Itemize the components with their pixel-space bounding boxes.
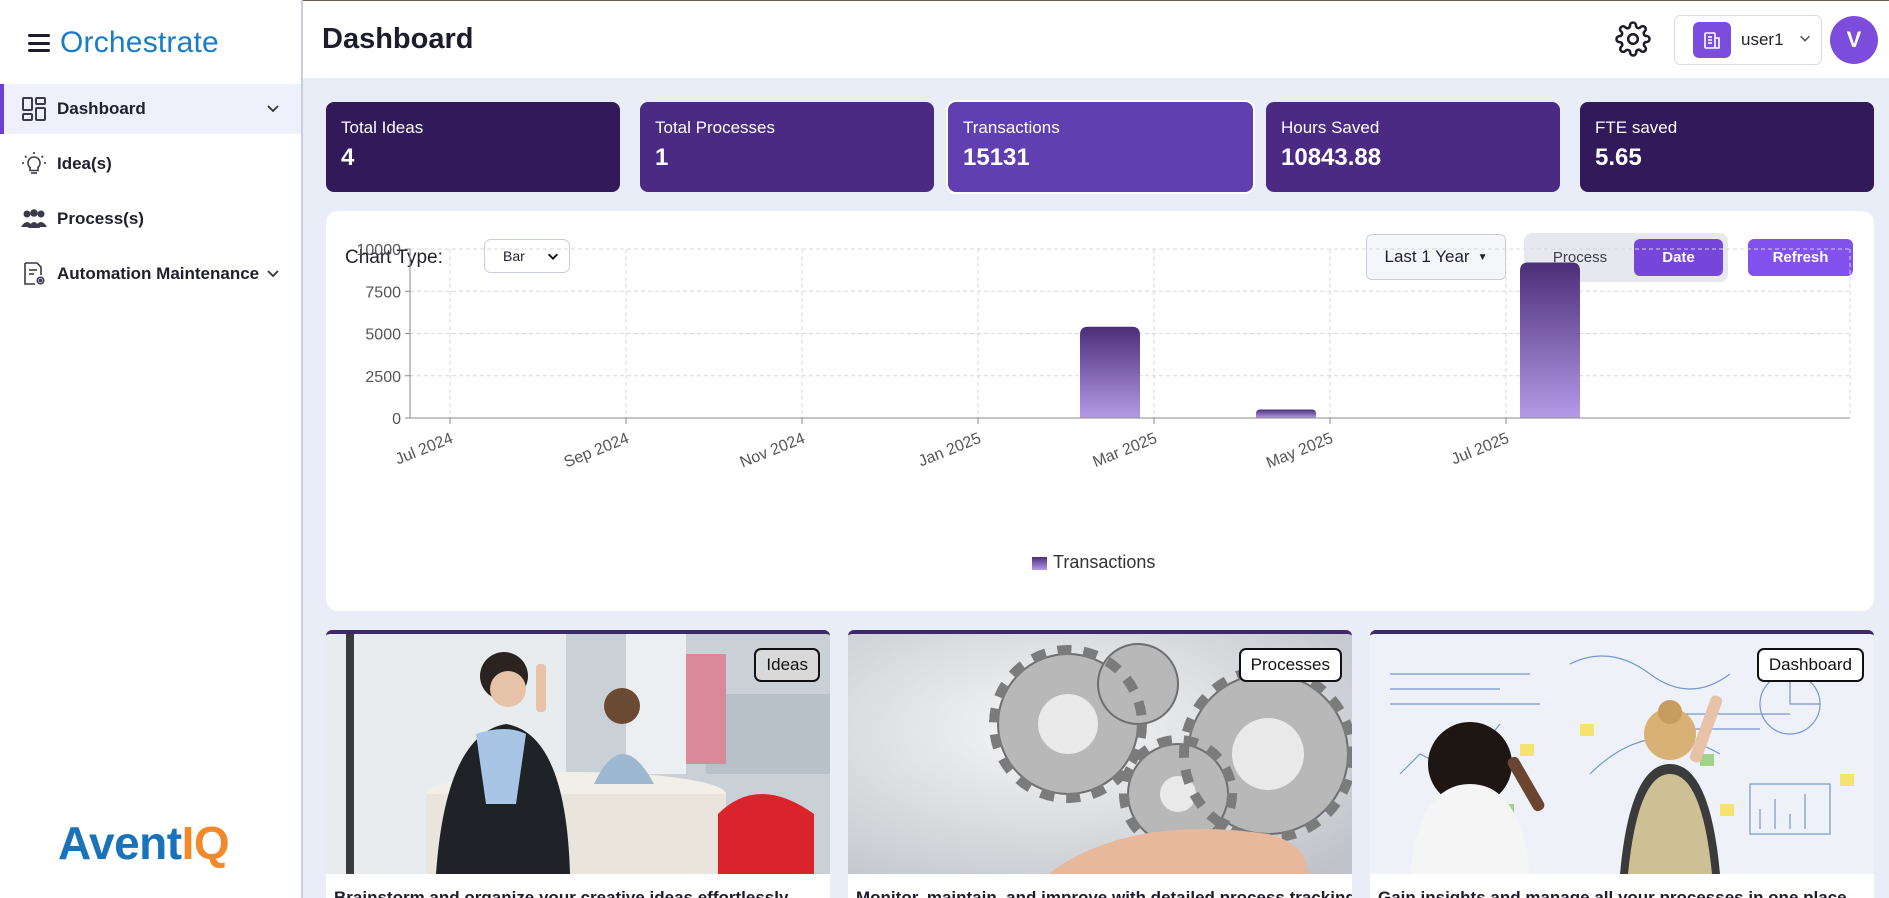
aventiq-logo: AventIQ (58, 816, 230, 870)
building-icon (1693, 22, 1731, 58)
sidebar-item-label: Dashboard (57, 99, 146, 118)
feature-card-dashboard[interactable]: Dashboard Gain insights and manage all y… (1370, 630, 1874, 898)
dashboard-grid-icon (20, 95, 48, 123)
document-gear-icon (20, 260, 48, 288)
x-tick-label: May 2025 (1264, 430, 1336, 472)
stat-label: Total Processes (655, 118, 775, 137)
logo-text-part-1: Avent (58, 817, 182, 869)
top-bar: Dashboard user1 V (303, 0, 1889, 78)
stat-label: Hours Saved (1281, 118, 1380, 137)
page-title: Dashboard (322, 23, 474, 55)
gear-icon[interactable] (1615, 21, 1651, 57)
sidebar-item-dashboard[interactable]: Dashboard (0, 84, 301, 134)
feature-card-processes[interactable]: Processes Monitor, maintain, and improve… (848, 630, 1352, 898)
feature-badge: Dashboard (1756, 648, 1864, 682)
lightbulb-icon (20, 150, 48, 178)
y-tick-label: 5000 (365, 327, 401, 344)
stat-value: 5.65 (1595, 144, 1642, 171)
sidebar-item-label: Automation Maintenance (57, 264, 260, 283)
x-tick-label: Jul 2025 (1449, 430, 1512, 468)
chart-bar[interactable] (1256, 409, 1316, 418)
x-tick-label: Nov 2024 (738, 430, 808, 471)
feature-caption: Monitor, maintain, and improve with deta… (856, 888, 1352, 898)
sidebar: Orchestrate Dashboard Idea(s) Process(s)… (0, 0, 303, 898)
chevron-down-icon[interactable] (265, 265, 281, 286)
y-tick-label: 10000 (357, 242, 402, 259)
feature-caption: Brainstorm and organize your creative id… (334, 888, 789, 898)
y-tick-label: 2500 (365, 369, 401, 386)
sidebar-nav: Dashboard Idea(s) Process(s) Automation … (0, 84, 301, 304)
chevron-down-icon[interactable] (265, 100, 281, 121)
y-tick-label: 7500 (365, 284, 401, 301)
x-tick-label: Mar 2025 (1090, 430, 1159, 471)
people-group-icon (20, 205, 48, 233)
stat-label: Transactions (963, 118, 1060, 137)
stat-card-total-processes: Total Processes 1 (640, 102, 934, 192)
transactions-chart-card: Chart Type: Bar Last 1 Year ▼ Process Da… (326, 211, 1874, 611)
stat-value: 4 (341, 144, 355, 171)
chevron-down-icon (1798, 31, 1812, 50)
bar-chart: 0 2500 5000 7500 10000 Jul 2024 Sep 2024 Nov 20… (357, 242, 1851, 572)
sidebar-item-label: Process(s) (57, 209, 144, 228)
x-tick-label: Jan 2025 (916, 430, 984, 470)
feature-badge: Processes (1238, 648, 1342, 682)
stat-card-hours-saved: Hours Saved 10843.88 (1266, 102, 1560, 192)
user-menu[interactable]: user1 (1674, 15, 1822, 65)
stat-value: 15131 (963, 144, 1030, 171)
chart-bar[interactable] (1080, 326, 1140, 418)
sidebar-item-ideas[interactable]: Idea(s) (0, 139, 301, 189)
sidebar-item-label: Idea(s) (57, 154, 112, 173)
x-tick-label: Sep 2024 (562, 430, 632, 471)
logo-text-part-2: IQ (181, 817, 230, 869)
brand-name: Orchestrate (60, 26, 219, 59)
sidebar-item-processes[interactable]: Process(s) (0, 194, 301, 244)
hamburger-menu-icon[interactable] (28, 34, 50, 52)
stat-card-fte-saved: FTE saved 5.65 (1580, 102, 1874, 192)
chart-bar[interactable] (1520, 262, 1580, 418)
feature-card-ideas[interactable]: Ideas Brainstorm and organize your creat… (326, 630, 830, 898)
stat-label: FTE saved (1595, 118, 1678, 137)
stat-card-total-ideas: Total Ideas 4 (326, 102, 620, 192)
x-tick-label: Jul 2024 (393, 430, 456, 468)
legend-label[interactable]: Transactions (1053, 552, 1155, 572)
stat-label: Total Ideas (341, 118, 424, 137)
stat-card-transactions: Transactions 15131 (948, 102, 1253, 192)
stat-value: 1 (655, 144, 669, 171)
legend-swatch (1032, 557, 1047, 570)
feature-caption: Gain insights and manage all your proces… (1378, 888, 1847, 898)
y-tick-label: 0 (392, 411, 401, 428)
feature-badge: Ideas (754, 648, 820, 682)
brand: Orchestrate (28, 26, 219, 60)
sidebar-item-automation-maintenance[interactable]: Automation Maintenance (0, 249, 301, 299)
user-name: user1 (1741, 30, 1784, 49)
avatar[interactable]: V (1830, 16, 1878, 64)
stat-value: 10843.88 (1281, 144, 1382, 171)
